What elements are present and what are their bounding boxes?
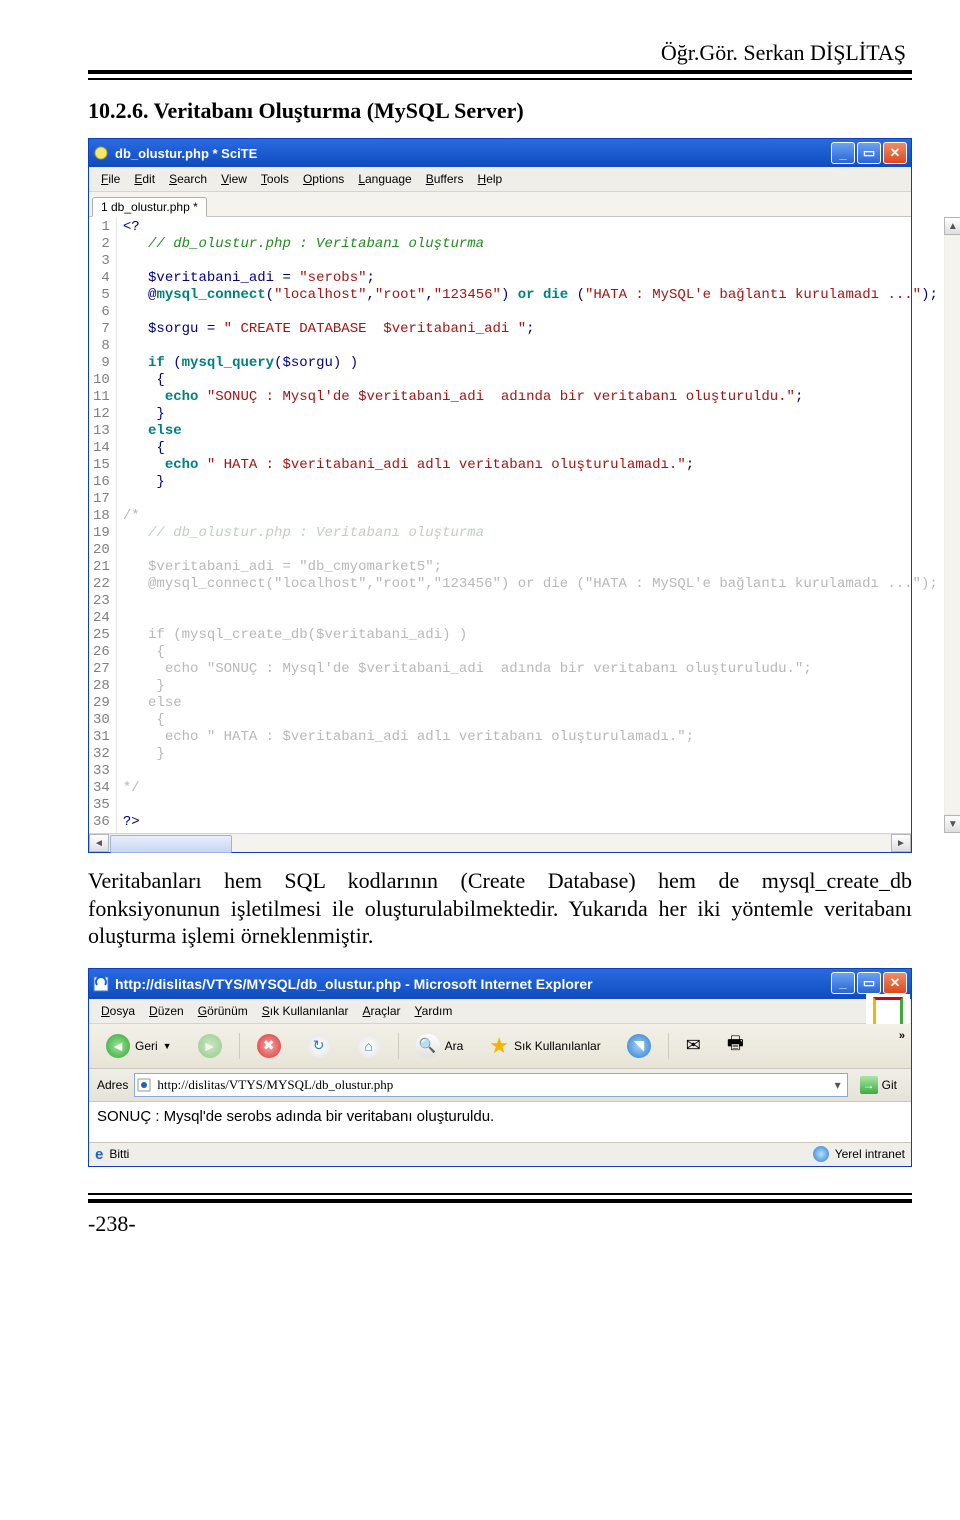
ie-e-icon: e [95,1146,103,1163]
ie-maximize-button[interactable]: ▭ [857,972,881,994]
scite-window: db_olustur.php * SciTE _ ▭ ✕ FileEditSea… [88,138,912,853]
menu-item[interactable]: Help [472,170,509,188]
ie-title: http://dislitas/VTYS/MYSQL/db_olustur.ph… [115,976,593,992]
menu-item[interactable]: Sık Kullanılanlar [256,1002,355,1020]
go-button[interactable]: → Git [854,1076,903,1094]
print-icon: 🖶 [727,1031,744,1061]
menu-item[interactable]: Dosya [95,1002,141,1020]
scroll-left-icon[interactable]: ◄ [89,834,109,852]
maximize-button[interactable]: ▭ [857,142,881,164]
address-box[interactable]: ▾ [134,1073,847,1097]
toolbar-overflow-icon[interactable]: » [899,1030,905,1042]
horizontal-scrollbar[interactable]: ◄ ► [89,833,911,852]
menu-item[interactable]: Tools [255,170,295,188]
ie-close-button[interactable]: ✕ [883,972,907,994]
address-input[interactable] [153,1077,828,1093]
scroll-thumb[interactable] [110,835,232,853]
ie-window: http://dislitas/VTYS/MYSQL/db_olustur.ph… [88,968,912,1167]
menu-item[interactable]: Language [352,170,417,188]
menu-item[interactable]: View [215,170,253,188]
code-area[interactable]: <? // db_olustur.php : Veritabanı oluştu… [117,217,944,833]
ie-minimize-button[interactable]: _ [831,972,855,994]
ie-page-content: SONUÇ : Mysql'de serobs adında bir verit… [89,1102,911,1142]
mail-button[interactable]: ✉ [677,1031,710,1060]
back-arrow-icon: ◄ [106,1034,130,1058]
vertical-scrollbar[interactable]: ▲ ▼ [944,217,960,833]
status-left: Bitti [109,1147,129,1161]
home-button[interactable]: ⌂ [348,1030,390,1062]
menu-item[interactable]: Buffers [420,170,470,188]
scite-menubar: FileEditSearchViewToolsOptionsLanguageBu… [89,167,911,192]
address-label: Adres [97,1078,128,1092]
scite-app-icon [93,145,109,161]
menu-item[interactable]: Düzen [143,1002,190,1020]
menu-item[interactable]: Options [297,170,350,188]
menu-item[interactable]: Edit [128,170,161,188]
star-icon: ★ [489,1033,509,1059]
home-icon: ⌂ [357,1034,381,1058]
scroll-up-icon[interactable]: ▲ [944,217,960,235]
line-gutter: 1 2 3 4 5 6 7 8 9 10 11 12 13 14 15 16 1… [89,217,117,833]
scite-tabstrip: 1 db_olustur.php * [89,192,911,217]
media-icon: ◥ [627,1034,651,1058]
print-button[interactable]: 🖶 [718,1027,753,1065]
ie-toolbar: ◄ Geri ▼ ► ✖ ↻ ⌂ 🔍 Ara ★ Sık Kullanılanl… [89,1024,911,1069]
dropdown-icon: ▼ [163,1041,172,1051]
stop-icon: ✖ [257,1034,281,1058]
close-button[interactable]: ✕ [883,142,907,164]
hr-bottom [88,1193,912,1203]
scroll-right-icon[interactable]: ► [891,834,911,852]
forward-arrow-icon: ► [198,1034,222,1058]
stop-button[interactable]: ✖ [248,1030,290,1062]
editor-tab[interactable]: 1 db_olustur.php * [92,197,207,217]
scite-titlebar[interactable]: db_olustur.php * SciTE _ ▭ ✕ [89,139,911,167]
page-favicon-icon [135,1078,153,1092]
section-title: 10.2.6. Veritabanı Oluşturma (MySQL Serv… [88,98,912,124]
go-label: Git [882,1078,897,1092]
ie-app-icon [93,976,109,992]
ie-menubar: DosyaDüzenGörünümSık KullanılanlarAraçla… [89,999,911,1024]
minimize-button[interactable]: _ [831,142,855,164]
menu-item[interactable]: Search [163,170,213,188]
search-button[interactable]: 🔍 Ara [407,1030,473,1062]
search-label: Ara [445,1039,464,1053]
paragraph: Veritabanları hem SQL kodlarının (Create… [88,867,912,950]
scite-editor: 1 2 3 4 5 6 7 8 9 10 11 12 13 14 15 16 1… [89,217,911,833]
back-label: Geri [135,1039,158,1053]
menu-item[interactable]: Görünüm [192,1002,254,1020]
scroll-down-icon[interactable]: ▼ [944,815,960,833]
ie-titlebar[interactable]: http://dislitas/VTYS/MYSQL/db_olustur.ph… [89,969,911,999]
refresh-button[interactable]: ↻ [298,1030,340,1062]
refresh-icon: ↻ [307,1034,331,1058]
media-button[interactable]: ◥ [618,1030,660,1062]
scite-title: db_olustur.php * SciTE [115,146,257,161]
back-button[interactable]: ◄ Geri ▼ [97,1030,181,1062]
ie-addressbar: Adres ▾ → Git [89,1069,911,1102]
go-arrow-icon: → [860,1076,878,1094]
author-header: Öğr.Gör. Serkan DİŞLİTAŞ [88,40,912,66]
menu-item[interactable]: Yardım [409,1002,459,1020]
favorites-button[interactable]: ★ Sık Kullanılanlar [480,1029,609,1063]
zone-icon [813,1146,829,1162]
menu-item[interactable]: File [95,170,126,188]
page-number: -238- [88,1211,912,1237]
hr-top [88,70,912,80]
forward-button[interactable]: ► [189,1030,231,1062]
address-dropdown-icon[interactable]: ▾ [829,1078,847,1092]
search-icon: 🔍 [416,1034,440,1058]
menu-item[interactable]: Araçlar [357,1002,407,1020]
mail-icon: ✉ [686,1035,701,1056]
status-right: Yerel intranet [835,1147,905,1161]
favorites-label: Sık Kullanılanlar [514,1039,601,1053]
ie-statusbar: e Bitti Yerel intranet [89,1142,911,1166]
